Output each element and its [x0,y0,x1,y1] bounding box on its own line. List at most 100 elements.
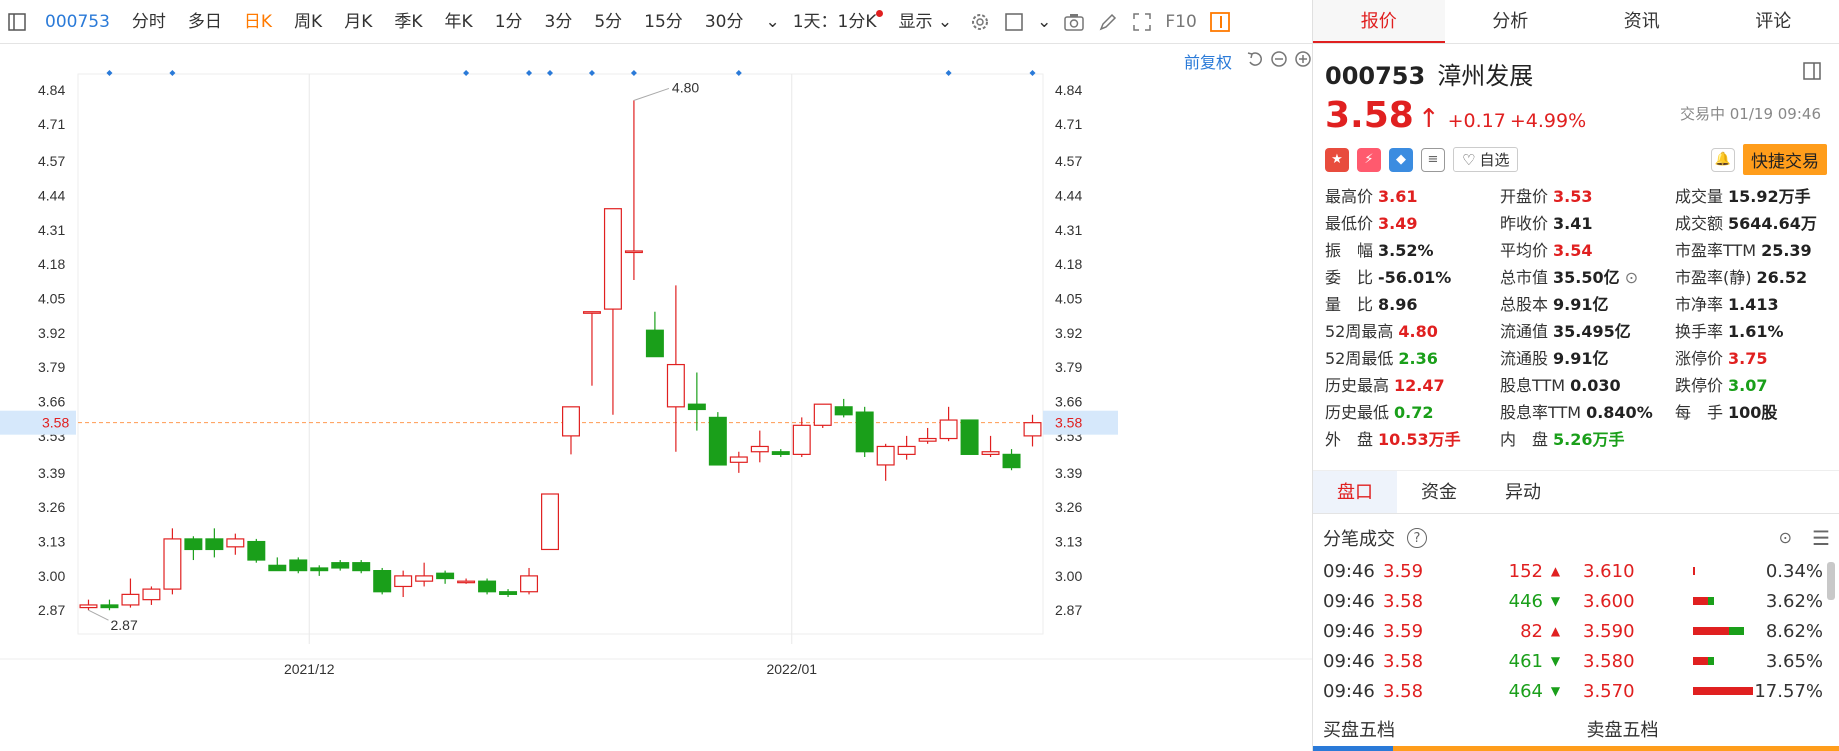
quote-tab[interactable]: 报价 [1313,0,1445,43]
event-marker [630,70,637,76]
period-tab[interactable]: 季K [383,0,433,44]
stock-code-link[interactable]: 000753 [34,0,121,44]
trade-row: 09:46 3.59 82 ▲ [1313,616,1573,646]
f10-button[interactable]: F10 [1159,0,1202,44]
bell-icon[interactable]: 🔔 [1711,147,1735,172]
candle-body [247,540,266,561]
notes-icon[interactable]: ≡ [1421,147,1445,172]
quote-item: 市盈率TTM 25.39 [1675,239,1839,262]
quote-tab[interactable]: 分析 [1445,0,1577,43]
trade-status: 交易中 01/19 09:46 [1680,105,1821,123]
level-price: 3.570 [1583,680,1635,702]
quote-item: 量 比 8.96 [1325,293,1500,316]
section-tab[interactable]: 异动 [1481,471,1565,513]
candle-body [100,604,119,609]
period-tab[interactable]: 日K [233,0,283,44]
add-watchlist-button[interactable]: ♡ 自选 [1453,147,1519,172]
quote-label: 市盈率TTM [1675,241,1757,260]
quote-item: 股息TTM 0.030 [1500,374,1675,397]
lightning-icon[interactable]: ⚡ [1357,147,1381,172]
y-tick-label-left: 3.92 [38,325,65,341]
quote-value: 3.49 [1378,214,1418,233]
level-pct: 3.62% [1765,590,1823,612]
candle-body [163,538,182,590]
period-tab[interactable]: 1分 [484,0,534,44]
section-tab[interactable]: 资金 [1397,471,1481,513]
period-tab[interactable]: 30分 [694,0,755,44]
more-icon[interactable]: ⊙ [1779,528,1792,547]
price-levels-list[interactable]: 3.610 0.34% 3.600 3.62% 3.590 8.62% 3.580 3.65%… [1583,556,1833,706]
scrollbar-thumb[interactable] [1827,562,1835,600]
y-tick-label-right: 4.57 [1055,153,1082,169]
quote-item: 平均价 3.54 [1500,239,1675,262]
more-info-icon[interactable]: ⊙ [1620,268,1638,287]
tick-trades-list[interactable]: 09:46 3.59 152 ▲ 09:46 3.58 446 ▼ 09:46 3.59 82 ▲ 09… [1313,556,1573,706]
quote-item: 内 盘 5.26万手 [1500,428,1675,451]
quote-label: 昨收价 [1500,214,1549,233]
period-tab[interactable]: 年K [434,0,484,44]
section-tab[interactable]: 盘口 [1313,471,1397,513]
chevron-down-icon[interactable]: ⌄ [1031,0,1057,44]
candle-body [310,567,329,572]
buy-five-tab[interactable]: 买盘五档 [1313,716,1577,742]
low-leader-line [88,609,109,621]
list-icon[interactable]: ☰ [1812,526,1830,550]
period-tab[interactable]: 分时 [121,0,177,44]
quick-trade-button[interactable]: 快捷交易 [1743,144,1827,175]
quote-tab[interactable]: 评论 [1708,0,1839,43]
quote-value: 5.26万手 [1553,430,1625,449]
period-select[interactable]: 1天：1分K [782,0,888,44]
trade-price: 3.58 [1383,650,1424,672]
quote-tab[interactable]: 资讯 [1576,0,1708,43]
help-icon[interactable]: ? [1407,528,1427,548]
y-tick-label-left: 4.84 [38,82,65,98]
trade-volume: 152 [1508,560,1543,582]
last-price-label-left: 3.58 [42,415,69,431]
candle-body [184,538,203,551]
trade-volume: 446 [1508,590,1543,612]
quote-item: 股息率TTM 0.840% [1500,401,1675,424]
quote-item: 最低价 3.49 [1325,212,1500,235]
fullscreen-icon[interactable] [1129,9,1155,35]
candle-body [729,456,748,463]
layout-square-icon[interactable] [1001,9,1027,35]
quote-item: 历史最低 0.72 [1325,401,1500,424]
display-dropdown[interactable]: 显示 ⌄ [887,0,963,44]
china-flag-icon[interactable]: ★ [1325,147,1349,172]
quote-item: 每 手 100股 [1675,401,1839,424]
quote-label: 市盈率(静) [1675,268,1752,287]
y-tick-label-left: 3.26 [38,499,65,515]
sell-five-tab[interactable]: 卖盘五档 [1577,716,1839,742]
period-tab[interactable]: 3分 [534,0,584,44]
trade-volume: 82 [1520,620,1543,642]
period-tab[interactable]: 15分 [633,0,694,44]
period-tab[interactable]: 5分 [583,0,633,44]
candle-body [750,445,769,453]
price-level-row: 3.610 0.34% [1583,556,1833,586]
layout-icon[interactable] [1803,62,1821,84]
period-tab[interactable]: 月K [333,0,383,44]
candle-body [1002,453,1021,469]
panel-toggle-icon[interactable] [1207,9,1233,35]
candle-body [960,419,979,455]
candle-body [939,419,958,440]
pen-icon[interactable] [1095,9,1121,35]
x-tick-label: 2021/12 [284,661,335,677]
camera-icon[interactable] [1061,9,1087,35]
trade-time: 09:46 [1323,680,1375,702]
kline-chart-area[interactable]: 前复权 2021/12 2022/01 4.84 4.84 4.71 4.71 4.57 4.… [0,44,1312,751]
y-tick-label-left: 2.87 [38,602,65,618]
price-change: +0.17 [1447,110,1506,132]
sidebar-toggle-icon[interactable] [4,9,30,35]
candle-body [499,591,518,595]
quote-item: 流通股 9.91亿 [1500,347,1675,370]
gear-icon[interactable] [967,9,993,35]
period-tab[interactable]: 周K [283,0,333,44]
candle-body [708,416,727,466]
chevron-down-icon[interactable]: ⌄ [754,0,781,44]
candle-body [142,588,161,601]
tag-icon[interactable]: ◆ [1389,147,1413,172]
level-bar [1693,597,1753,605]
candle-body [394,575,413,588]
period-tab[interactable]: 多日 [177,0,233,44]
